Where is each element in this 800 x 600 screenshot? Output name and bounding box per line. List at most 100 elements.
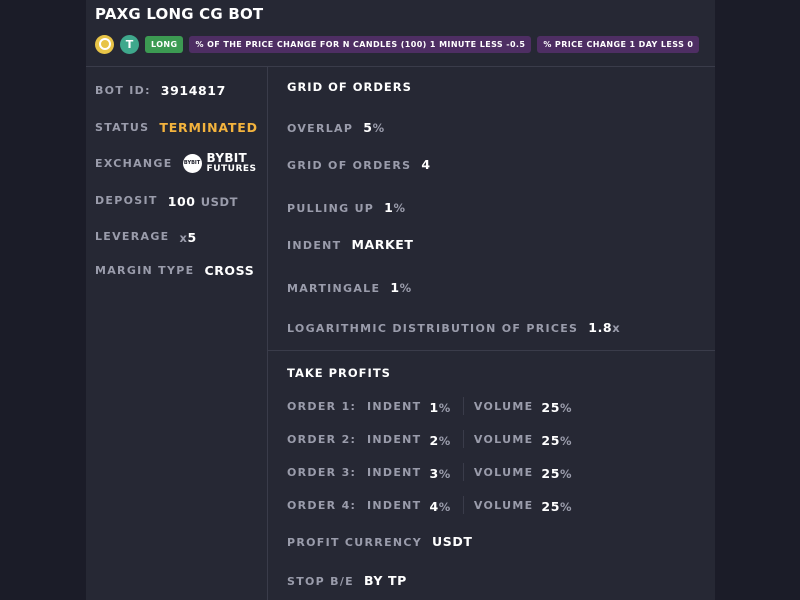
deposit-row: DEPOSIT 100 USDT xyxy=(95,191,238,210)
order-indent-label: INDENT xyxy=(367,498,422,512)
order-volume-unit: % xyxy=(560,499,573,514)
stop-be-row: STOP B/E BY TP xyxy=(287,573,407,588)
tag-row: T LONG % OF THE PRICE CHANGE FOR N CANDL… xyxy=(95,34,700,54)
deposit-amount: 100 USDT xyxy=(168,191,238,210)
order-volume-amount: 25% xyxy=(541,397,572,416)
order-indent-unit: % xyxy=(438,466,451,481)
bybit-logo-icon: BYBIT xyxy=(182,153,202,173)
order-volume-unit: % xyxy=(560,466,573,481)
order-label: ORDER 3: xyxy=(287,465,357,479)
indent-label: INDENT xyxy=(287,239,342,252)
bot-id-value: 3914817 xyxy=(160,83,226,98)
order-volume-value: 25 xyxy=(541,432,560,448)
order-label: ORDER 2: xyxy=(287,432,357,446)
order-indent-unit: % xyxy=(438,499,451,514)
order-volume-value: 25 xyxy=(541,399,560,415)
order-volume-label: VOLUME xyxy=(473,399,534,413)
leverage-amount: x5 xyxy=(179,227,196,246)
grid-section-title: GRID OF ORDERS xyxy=(287,80,412,94)
log-distribution-unit: x xyxy=(612,321,621,335)
log-distribution-label: LOGARITHMIC DISTRIBUTION OF PRICES xyxy=(287,322,579,335)
bot-id-row: BOT ID: 3914817 xyxy=(95,83,226,98)
martingale-row: MARTINGALE 1% xyxy=(287,277,412,296)
take-profit-order-row: ORDER 2: INDENT 2% VOLUME 25% xyxy=(287,429,572,449)
direction-badge: LONG xyxy=(145,35,184,53)
order-indent-label: INDENT xyxy=(367,465,422,479)
pulling-up-unit: % xyxy=(393,201,406,215)
take-profit-order-row: ORDER 4: INDENT 4% VOLUME 25% xyxy=(287,495,572,515)
profit-currency-label: PROFIT CURRENCY xyxy=(287,536,423,549)
log-distribution-value: 1.8 xyxy=(588,320,613,335)
order-volume-label: VOLUME xyxy=(473,498,534,512)
paxg-gold-coin-icon xyxy=(95,34,114,54)
order-volume-value: 25 xyxy=(541,498,560,514)
order-volume-amount: 25% xyxy=(541,430,572,449)
bot-info-panel: BOT ID: 3914817 STATUS TERMINATED EXCHAN… xyxy=(86,67,267,600)
log-distribution-amount: 1.8x xyxy=(588,317,620,336)
exchange-row: EXCHANGE BYBIT BYBIT FUTURES xyxy=(95,152,257,174)
margin-type-value: CROSS xyxy=(204,263,255,278)
order-label: ORDER 1: xyxy=(287,399,357,413)
order-indent-label: INDENT xyxy=(367,399,422,413)
indent-value: MARKET xyxy=(351,237,414,252)
overlap-label: OVERLAP xyxy=(287,122,354,135)
order-separator xyxy=(462,463,464,481)
grid-orders-label: GRID OF ORDERS xyxy=(287,159,412,172)
pulling-up-label: PULLING UP xyxy=(287,202,375,215)
margin-type-row: MARGIN TYPE CROSS xyxy=(95,263,254,278)
deposit-label: DEPOSIT xyxy=(95,194,158,207)
pulling-up-row: PULLING UP 1% xyxy=(287,197,406,216)
overlap-amount: 5% xyxy=(363,117,384,136)
tether-icon: T xyxy=(120,34,139,54)
leverage-label: LEVERAGE xyxy=(95,230,170,243)
deposit-value: 100 xyxy=(167,194,196,209)
martingale-label: MARTINGALE xyxy=(287,282,381,295)
order-indent-value: 1 xyxy=(429,399,439,415)
section-divider xyxy=(268,350,715,351)
take-profit-order-row: ORDER 3: INDENT 3% VOLUME 25% xyxy=(287,462,572,482)
leverage-value: 5 xyxy=(187,230,197,245)
exchange-sub: FUTURES xyxy=(206,164,257,174)
martingale-amount: 1% xyxy=(390,277,411,296)
condition-badge-2: % PRICE CHANGE 1 DAY LESS 0 xyxy=(537,35,700,53)
condition-badge-1: % OF THE PRICE CHANGE FOR N CANDLES (100… xyxy=(189,35,532,53)
order-separator xyxy=(462,397,464,415)
overlap-row: OVERLAP 5% xyxy=(287,117,385,136)
order-indent-unit: % xyxy=(438,433,451,448)
deposit-unit: USDT xyxy=(200,195,239,209)
martingale-value: 1 xyxy=(390,280,400,295)
order-indent-value: 2 xyxy=(429,432,439,448)
order-label: ORDER 4: xyxy=(287,498,357,512)
log-distribution-row: LOGARITHMIC DISTRIBUTION OF PRICES 1.8x xyxy=(287,317,620,336)
profit-currency-value: USDT xyxy=(432,534,473,549)
order-separator xyxy=(462,496,464,514)
grid-orders-row: GRID OF ORDERS 4 xyxy=(287,157,431,172)
order-indent-unit: % xyxy=(438,400,451,415)
bot-header: PAXG LONG CG BOT T LONG % OF THE PRICE C… xyxy=(86,0,715,67)
order-separator xyxy=(462,430,464,448)
martingale-unit: % xyxy=(399,281,412,295)
overlap-unit: % xyxy=(372,121,385,135)
status-row: STATUS TERMINATED xyxy=(95,120,258,135)
order-volume-unit: % xyxy=(560,433,573,448)
order-indent-value: 3 xyxy=(429,465,439,481)
indent-row: INDENT MARKET xyxy=(287,237,414,252)
order-indent-label: INDENT xyxy=(367,432,422,446)
order-indent-amount: 4% xyxy=(429,496,450,515)
order-volume-unit: % xyxy=(560,400,573,415)
order-indent-value: 4 xyxy=(429,498,439,514)
order-volume-value: 25 xyxy=(541,465,560,481)
pulling-up-amount: 1% xyxy=(384,197,405,216)
bot-card: PAXG LONG CG BOT T LONG % OF THE PRICE C… xyxy=(86,0,715,600)
exchange-value: BYBIT BYBIT FUTURES xyxy=(182,152,257,174)
order-indent-amount: 3% xyxy=(429,463,450,482)
order-volume-label: VOLUME xyxy=(473,432,534,446)
take-profits-title: TAKE PROFITS xyxy=(287,366,391,380)
bot-title: PAXG LONG CG BOT xyxy=(95,5,264,23)
bot-settings-panel: GRID OF ORDERS OVERLAP 5% GRID OF ORDERS… xyxy=(268,67,715,600)
leverage-prefix: x xyxy=(179,231,188,245)
order-volume-amount: 25% xyxy=(541,496,572,515)
grid-orders-value: 4 xyxy=(421,157,431,172)
order-indent-amount: 2% xyxy=(429,430,450,449)
exchange-label: EXCHANGE xyxy=(95,156,173,170)
